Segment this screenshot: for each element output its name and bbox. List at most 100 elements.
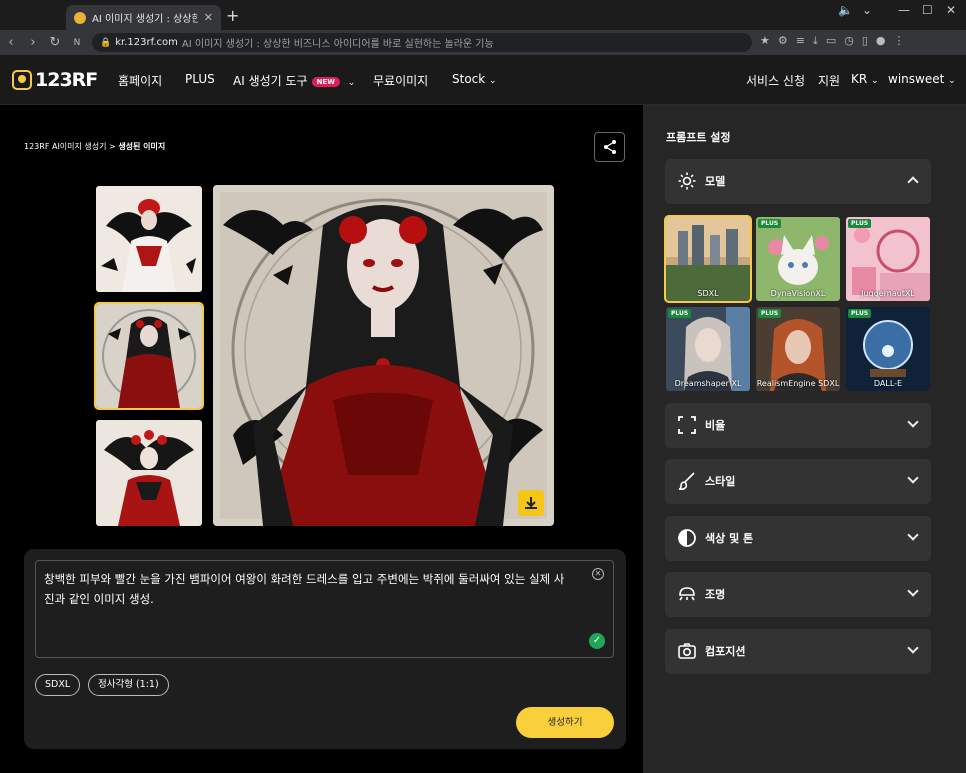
brush-icon (678, 472, 695, 491)
section-color-tone[interactable]: 색상 및 톤 (665, 516, 931, 561)
url-title: AI 이미지 생성기 : 상상한 비즈니스 아이디어를 바로 실현하는 놀라운 … (181, 39, 494, 50)
prompt-input[interactable]: 창백한 피부와 빨간 눈을 가진 뱀파이어 여왕이 화려한 드레스를 입고 주변… (35, 560, 614, 658)
section-label: 조명 (705, 588, 726, 601)
section-ratio[interactable]: 비율 (665, 403, 931, 448)
plus-badge: PLUS (668, 309, 692, 318)
aspect-ratio-icon (678, 416, 696, 434)
plus-badge: PLUS (848, 309, 872, 318)
clear-prompt-icon[interactable]: ✕ (592, 568, 604, 580)
forward-icon[interactable]: › (22, 35, 44, 50)
model-name: DynaVisionXL (770, 289, 826, 298)
thumbnail-2-selected[interactable] (94, 302, 204, 410)
model-name: SDXL (697, 289, 719, 298)
chevron-down-icon (907, 416, 919, 428)
nav-ai-tools-label: AI 생성기 도구 (233, 74, 308, 88)
model-card-dall-e[interactable]: PLUS DALL-E (846, 307, 930, 391)
model-card-realismengine-sdxl[interactable]: PLUS RealismEngine SDXL (756, 307, 840, 391)
new-badge: NEW (311, 76, 340, 87)
new-tab-button[interactable]: + (226, 8, 239, 24)
nav-ai-tools[interactable]: AI 생성기 도구 NEW ⌄ (233, 72, 355, 89)
address-bar[interactable]: 🔒 kr.123rf.com AI 이미지 생성기 : 상상한 비즈니스 아이디… (92, 33, 752, 52)
tab-close-icon[interactable]: ✕ (204, 11, 213, 24)
nav-plus[interactable]: PLUS (185, 72, 215, 86)
chevron-down-icon (907, 472, 919, 484)
nav-subscribe[interactable]: 서비스 신청 (746, 72, 805, 89)
model-card-juggernautxl[interactable]: PLUS JuggernautXL (846, 217, 930, 301)
vampire-queen-image (213, 185, 554, 526)
username: winsweet (888, 72, 945, 86)
model-card-dreamshaper-xl[interactable]: PLUS Dreamshaper XL (666, 307, 750, 391)
section-model[interactable]: 모델 (665, 159, 931, 204)
tab-search-icon[interactable]: ⌄ (862, 3, 872, 17)
maximize-icon[interactable]: ☐ (922, 3, 933, 17)
section-label: 모델 (705, 175, 726, 188)
section-label: 스타일 (705, 475, 736, 488)
close-window-icon[interactable]: ✕ (946, 3, 956, 17)
nav-home[interactable]: 홈페이지 (118, 72, 162, 89)
site-header: 123RF 홈페이지 PLUS AI 생성기 도구 NEW ⌄ 무료이미지 Sto… (0, 55, 966, 105)
plus-badge: PLUS (758, 309, 782, 318)
tab-title: AI 이미지 생성기 : 상상한 비 (92, 14, 198, 25)
generate-button[interactable]: 생성하기 (516, 707, 614, 738)
download-icon (525, 497, 537, 509)
check-icon: ✓ (589, 633, 605, 649)
nav-stock[interactable]: Stock ⌄ (452, 72, 497, 86)
back-icon[interactable]: ‹ (0, 35, 22, 50)
vampire-thumbnail-image (96, 420, 202, 526)
panel-title: 프롬프트 설정 (666, 131, 731, 144)
language-label: KR (851, 72, 868, 86)
menu-icon[interactable]: ⋮ (894, 34, 905, 48)
reading-list-icon[interactable]: ≡ (796, 34, 805, 48)
nav-language[interactable]: KR ⌄ (851, 72, 879, 86)
model-name: DALL-E (873, 379, 903, 388)
download-button[interactable] (518, 490, 544, 516)
breadcrumb-root[interactable]: 123RF AI이미지 생성기 > (24, 142, 116, 151)
ratio-chip[interactable]: 정사각형 (1:1) (88, 674, 169, 696)
profile-avatar[interactable]: ● (876, 34, 886, 48)
share-icon (603, 140, 616, 154)
sidebar-icon[interactable]: ▯ (862, 34, 868, 48)
minimize-icon[interactable]: — (898, 3, 910, 17)
chevron-down-icon: ⌄ (489, 76, 497, 86)
cast-icon[interactable]: ▭ (826, 34, 836, 48)
reload-icon[interactable]: ↻ (44, 35, 66, 50)
model-name: Dreamshaper XL (674, 379, 742, 388)
plus-badge: PLUS (758, 219, 782, 228)
browser-extensions: ★ ⚙ ≡ ⤓ ▭ ◷ ▯ ● ⋮ (760, 34, 905, 48)
chevron-down-icon (907, 529, 919, 541)
nav-free-images[interactable]: 무료이미지 (373, 72, 428, 89)
generated-image[interactable] (213, 185, 554, 526)
gear-icon (678, 172, 696, 190)
browser-tab-bar: AI 이미지 생성기 : 상상한 비 ✕ + 🔈 ⌄ — ☐ ✕ (0, 0, 966, 30)
section-composition[interactable]: 컴포지션 (665, 629, 931, 674)
history-icon[interactable]: ◷ (844, 34, 854, 48)
thumbnail-1[interactable] (96, 186, 202, 292)
model-name: JuggernautXL (861, 289, 915, 298)
nav-user[interactable]: winsweet ⌄ (888, 72, 956, 86)
extension-icon[interactable]: ⚙ (778, 34, 788, 48)
share-button[interactable] (594, 132, 625, 162)
plus-badge: PLUS (848, 219, 872, 228)
naver-icon[interactable]: N (66, 38, 88, 48)
chevron-down-icon: ⌄ (871, 76, 879, 86)
speaker-icon[interactable]: 🔈 (838, 3, 853, 17)
section-style[interactable]: 스타일 (665, 459, 931, 504)
url-host: kr.123rf.com (115, 37, 178, 48)
favicon-icon (74, 11, 86, 24)
browser-tab[interactable]: AI 이미지 생성기 : 상상한 비 ✕ (66, 5, 221, 30)
logo[interactable]: 123RF (12, 69, 98, 91)
model-card-sdxl[interactable]: SDXL (664, 215, 752, 303)
bookmark-star-icon[interactable]: ★ (760, 34, 770, 48)
section-lighting[interactable]: 조명 (665, 572, 931, 617)
chevron-down-icon: ⌄ (347, 78, 356, 88)
model-card-dynavisionxl[interactable]: PLUS DynaVisionXL (756, 217, 840, 301)
thumbnail-3[interactable] (96, 420, 202, 526)
model-chip[interactable]: SDXL (35, 674, 81, 696)
download-icon[interactable]: ⤓ (813, 34, 818, 48)
vampire-thumbnail-image (96, 186, 202, 292)
chevron-up-icon (907, 176, 919, 188)
breadcrumb: 123RF AI이미지 생성기 > 생성된 이미지 (24, 141, 165, 152)
contrast-icon (678, 529, 696, 547)
chevron-down-icon (907, 585, 919, 597)
nav-support[interactable]: 지원 (818, 72, 840, 89)
